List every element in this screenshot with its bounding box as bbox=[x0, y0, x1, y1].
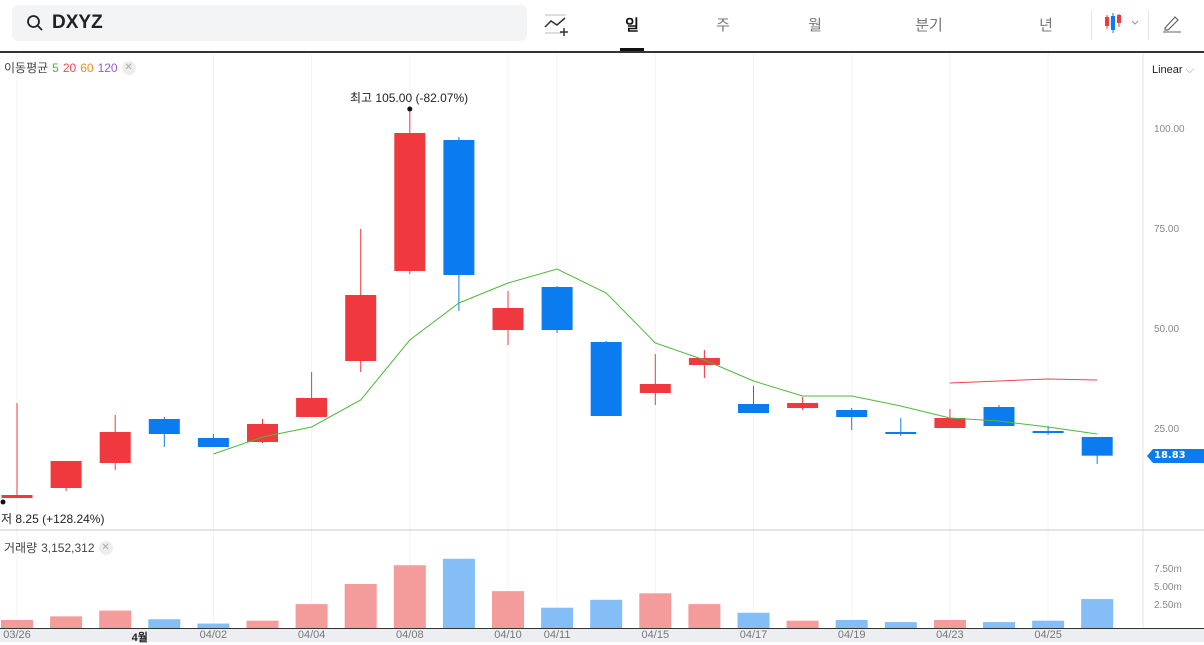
low-annotation: 최저 8.25 (+128.24%) bbox=[0, 512, 105, 526]
volume-tick-label: 2.50m bbox=[1154, 600, 1182, 611]
volume-bar bbox=[541, 607, 574, 628]
x-tick-label: 04/10 bbox=[494, 629, 522, 641]
scale-select[interactable]: Linear ⌵ bbox=[1152, 64, 1194, 77]
candle-body bbox=[1, 495, 33, 498]
volume-bar bbox=[835, 619, 868, 628]
candle-body bbox=[590, 342, 622, 416]
volume-bar bbox=[492, 591, 524, 628]
volume-tick-label: 5.00m bbox=[1154, 582, 1182, 593]
scale-value: Linear bbox=[1152, 64, 1183, 76]
volume-bar bbox=[99, 610, 132, 628]
ma20-line bbox=[949, 378, 1098, 384]
ma-120: 120 bbox=[97, 60, 118, 75]
volume-bar bbox=[590, 599, 623, 628]
volume-label: 거래량 bbox=[4, 541, 38, 555]
candle-body bbox=[885, 432, 917, 434]
chevron-down-icon: ⌵ bbox=[1185, 64, 1194, 76]
close-icon[interactable]: ✕ bbox=[121, 60, 136, 75]
current-price-badge: 18.83 bbox=[1147, 449, 1204, 463]
volume-bar bbox=[295, 604, 328, 628]
candle-body bbox=[492, 308, 524, 330]
price-chart[interactable] bbox=[0, 0, 1204, 642]
candle-body bbox=[983, 407, 1015, 426]
candle-body bbox=[541, 287, 573, 330]
candle-body bbox=[197, 438, 229, 447]
volume-bar bbox=[50, 616, 83, 628]
ma-legend: 이동평균 5 20 60 120 ✕ bbox=[4, 59, 136, 76]
volume-bar bbox=[1081, 599, 1114, 628]
candle-body bbox=[345, 295, 377, 361]
volume-bar bbox=[688, 604, 721, 628]
candle-body bbox=[50, 461, 82, 488]
y-tick-label: 100.00 bbox=[1154, 124, 1185, 135]
volume-bar bbox=[442, 558, 475, 628]
candle-body bbox=[787, 403, 819, 408]
volume-tick-label: 7.50m bbox=[1154, 564, 1182, 575]
candle-body bbox=[934, 418, 966, 428]
high-annotation: 최고 105.00 (-82.07%) bbox=[350, 91, 469, 105]
candle-body bbox=[148, 419, 180, 434]
volume-bar bbox=[639, 593, 672, 628]
x-tick-label: 03/26 bbox=[3, 629, 31, 641]
x-tick-label: 04/23 bbox=[936, 629, 964, 641]
volume-bar bbox=[884, 622, 917, 628]
x-tick-label: 04/11 bbox=[543, 629, 571, 641]
candle-body bbox=[688, 358, 720, 365]
y-tick-label: 25.00 bbox=[1154, 424, 1180, 435]
candle-body bbox=[836, 410, 868, 417]
x-tick-label: 04/19 bbox=[837, 629, 866, 641]
candle-body bbox=[99, 432, 131, 463]
volume-bar bbox=[1, 619, 33, 628]
volume-legend: 거래량 3,152,312 ✕ bbox=[4, 539, 113, 556]
close-icon[interactable]: ✕ bbox=[98, 540, 113, 555]
x-tick-label: 04/15 bbox=[641, 629, 670, 641]
x-tick-label: 04/04 bbox=[297, 629, 326, 641]
volume-value: 3,152,312 bbox=[41, 540, 95, 555]
volume-bar bbox=[983, 622, 1015, 628]
ma-label: 이동평균 bbox=[4, 61, 49, 75]
volume-bar bbox=[393, 565, 426, 628]
ma-5: 5 bbox=[52, 60, 59, 75]
candle-body bbox=[296, 398, 328, 417]
x-tick-label: 04/02 bbox=[199, 629, 228, 641]
ma-60: 60 bbox=[80, 60, 94, 75]
volume-bar bbox=[933, 619, 966, 628]
y-tick-label: 50.00 bbox=[1154, 324, 1180, 335]
volume-bar bbox=[246, 620, 279, 628]
volume-bar bbox=[737, 612, 770, 628]
volume-bar bbox=[197, 623, 230, 628]
candle-body bbox=[1032, 431, 1064, 433]
candle-body bbox=[738, 404, 769, 413]
x-tick-label: 04/17 bbox=[739, 629, 768, 641]
volume-bar bbox=[344, 583, 377, 628]
candle-body bbox=[394, 133, 426, 271]
high-marker bbox=[407, 106, 413, 112]
volume-bar bbox=[148, 619, 181, 628]
candle-body bbox=[247, 424, 278, 442]
candle-body bbox=[639, 384, 671, 393]
x-tick-label: 04/25 bbox=[1034, 629, 1062, 641]
candle-body bbox=[1081, 437, 1113, 456]
volume-bar bbox=[786, 620, 819, 628]
x-tick-label: 4월 bbox=[131, 632, 148, 644]
x-axis bbox=[0, 629, 1204, 642]
low-marker bbox=[0, 499, 6, 505]
x-tick-label: 04/08 bbox=[396, 629, 424, 641]
ma-20: 20 bbox=[62, 60, 77, 75]
candle-body bbox=[443, 140, 475, 275]
y-tick-label: 75.00 bbox=[1154, 224, 1180, 235]
volume-bar bbox=[1032, 620, 1065, 628]
